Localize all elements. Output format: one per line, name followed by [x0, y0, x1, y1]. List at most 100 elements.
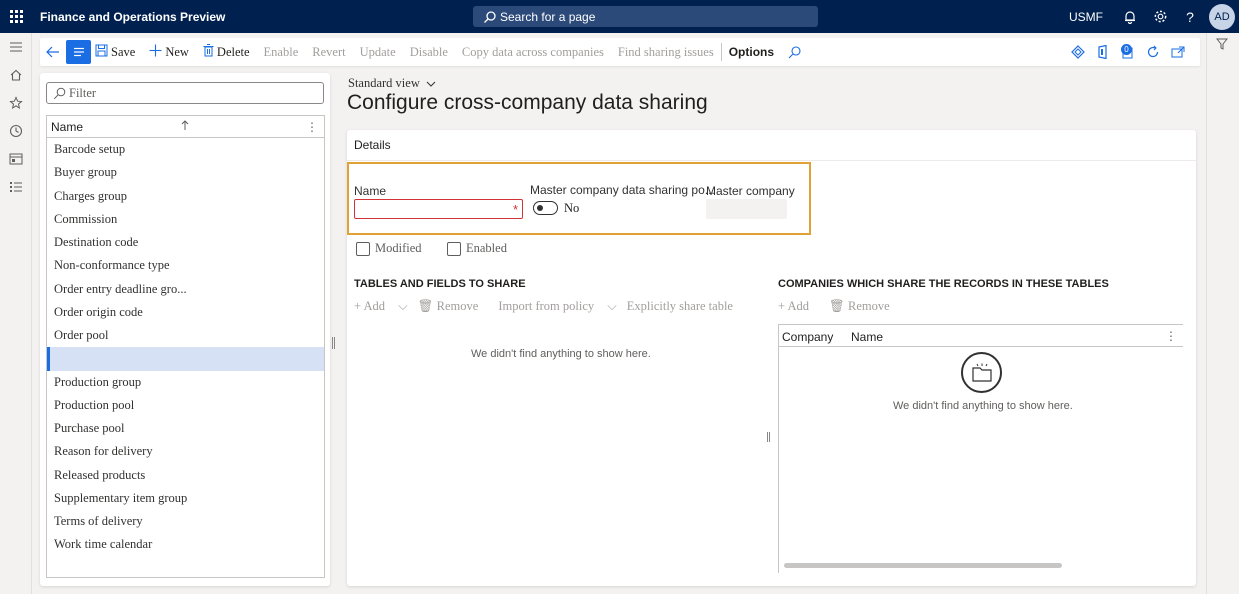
- explicitly-share-table-button[interactable]: Explicitly share table: [627, 299, 733, 314]
- companies-column-more-icon[interactable]: ⋮: [1165, 329, 1177, 343]
- companies-add-button[interactable]: + Add: [778, 299, 819, 314]
- name-column-label: Name: [51, 119, 84, 134]
- home-icon[interactable]: [0, 61, 32, 89]
- companies-horizontal-scrollbar[interactable]: [784, 563, 1062, 568]
- list-item[interactable]: Non-conformance type: [47, 254, 324, 277]
- list-item[interactable]: Work time calendar: [47, 533, 324, 556]
- search-page-input[interactable]: Search for a page: [473, 6, 818, 27]
- company-column-header[interactable]: Company: [782, 330, 833, 344]
- open-in-new-window-icon[interactable]: [1165, 46, 1190, 58]
- name-field-label: Name: [354, 184, 387, 198]
- companies-empty-message: We didn't find anything to show here.: [893, 400, 1073, 412]
- find-sharing-issues-button[interactable]: Find sharing issues: [618, 45, 714, 60]
- notifications-bell-icon[interactable]: [1115, 0, 1145, 33]
- master-policy-value: No: [564, 201, 580, 215]
- enable-button[interactable]: Enable: [264, 45, 299, 60]
- master-company-field-input[interactable]: [706, 199, 787, 219]
- details-card: Details Name * Master company data shari…: [347, 130, 1196, 586]
- modules-list-icon[interactable]: [0, 173, 32, 201]
- list-item[interactable]: Buyer group: [47, 161, 324, 184]
- modified-checkbox[interactable]: Modified: [356, 241, 422, 256]
- records-grid: Name ⋮ Barcode setup Buyer group Charges g…: [46, 115, 325, 578]
- section-splitter-handle[interactable]: [767, 432, 770, 442]
- list-item[interactable]: [47, 347, 324, 371]
- notification-count-badge: 0: [1121, 44, 1132, 55]
- list-item[interactable]: Charges group: [47, 185, 324, 208]
- list-item[interactable]: Released products: [47, 464, 324, 487]
- search-icon: [484, 10, 496, 23]
- refresh-icon[interactable]: [1140, 45, 1165, 59]
- workspaces-icon[interactable]: [0, 145, 32, 173]
- list-filter-input[interactable]: Filter: [46, 82, 324, 104]
- import-from-policy-button[interactable]: Import from policy ⌵: [498, 299, 616, 314]
- master-policy-toggle[interactable]: [533, 201, 558, 215]
- filter-search-icon: [53, 87, 66, 99]
- new-button[interactable]: New: [149, 44, 189, 60]
- plus-icon: [149, 44, 162, 60]
- list-item[interactable]: Production pool: [47, 394, 324, 417]
- list-item[interactable]: Terms of delivery: [47, 510, 324, 533]
- list-item[interactable]: Purchase pool: [47, 417, 324, 440]
- company-selector[interactable]: USMF: [1069, 10, 1103, 24]
- app-launcher-icon[interactable]: [0, 0, 32, 33]
- save-button[interactable]: Save: [95, 44, 135, 60]
- top-nav-bar: Finance and Operations Preview Search fo…: [0, 0, 1239, 33]
- required-asterisk-icon: *: [512, 202, 518, 217]
- copy-data-across-companies-button[interactable]: Copy data across companies: [462, 45, 604, 60]
- list-item[interactable]: Commission: [47, 208, 324, 231]
- name-column-header[interactable]: Name: [851, 330, 883, 344]
- master-company-field-label: Master company: [706, 184, 795, 198]
- enabled-checkbox-box: [447, 241, 461, 256]
- favorites-star-icon[interactable]: [0, 89, 32, 117]
- hamburger-menu-icon[interactable]: [0, 33, 32, 61]
- list-item[interactable]: Production group: [47, 371, 324, 394]
- revert-button[interactable]: Revert: [312, 45, 345, 60]
- filter-placeholder: Filter: [69, 85, 97, 100]
- delete-label: Delete: [216, 44, 250, 59]
- list-item[interactable]: Barcode setup: [47, 138, 324, 161]
- page-title: Configure cross-company data sharing: [347, 91, 708, 114]
- settings-gear-icon[interactable]: [1145, 0, 1175, 33]
- tables-empty-message: We didn't find anything to show here.: [471, 348, 651, 360]
- save-icon: [95, 44, 108, 60]
- column-more-options-icon[interactable]: ⋮: [306, 120, 318, 134]
- tables-section-title: TABLES AND FIELDS TO SHARE: [354, 278, 526, 290]
- list-item[interactable]: Reason for delivery: [47, 440, 324, 463]
- help-icon[interactable]: ?: [1175, 0, 1205, 33]
- name-field-input[interactable]: *: [354, 199, 523, 219]
- sort-ascending-icon[interactable]: [181, 119, 189, 134]
- attachments-badge-icon[interactable]: 0: [1115, 44, 1140, 59]
- delete-button[interactable]: Delete: [203, 44, 250, 60]
- empty-state-folder-icon: [961, 352, 1002, 393]
- right-pane-divider: [1206, 33, 1207, 594]
- disable-button[interactable]: Disable: [410, 45, 448, 60]
- update-button[interactable]: Update: [360, 45, 396, 60]
- power-apps-diamond-icon[interactable]: [1065, 45, 1090, 59]
- tables-remove-button[interactable]: 🗑 Remove: [418, 299, 489, 314]
- list-item[interactable]: Order pool: [47, 324, 324, 347]
- view-selector[interactable]: Standard view: [348, 76, 436, 91]
- details-header[interactable]: Details: [347, 130, 1196, 161]
- pane-splitter-handle[interactable]: [332, 337, 335, 349]
- list-item[interactable]: Order entry deadline gro...: [47, 278, 324, 301]
- filter-pane-icon[interactable]: [1215, 38, 1229, 53]
- companies-remove-button[interactable]: 🗑 Remove: [829, 299, 900, 314]
- list-item[interactable]: Destination code: [47, 231, 324, 254]
- list-item[interactable]: Supplementary item group: [47, 487, 324, 510]
- office-icon[interactable]: [1090, 45, 1115, 59]
- user-avatar[interactable]: AD: [1209, 3, 1235, 30]
- action-pane: Save New Delete Enable Revert Update Dis…: [40, 38, 1200, 66]
- search-placeholder: Search for a page: [500, 9, 596, 24]
- chevron-down-icon: [426, 81, 436, 87]
- action-search-icon[interactable]: [788, 45, 801, 59]
- recent-clock-icon[interactable]: [0, 117, 32, 145]
- list-view-toggle-button[interactable]: [66, 40, 91, 64]
- options-tab[interactable]: Options: [729, 45, 774, 59]
- list-item[interactable]: Order origin code: [47, 301, 324, 324]
- app-title: Finance and Operations Preview: [40, 9, 226, 24]
- grid-column-header[interactable]: Name ⋮: [47, 116, 324, 138]
- back-arrow-icon[interactable]: [40, 38, 66, 66]
- companies-grid: Company Name ⋮ We didn't find anything t…: [778, 324, 1183, 573]
- tables-add-button[interactable]: + Add ⌵: [354, 299, 408, 314]
- enabled-checkbox[interactable]: Enabled: [447, 241, 507, 256]
